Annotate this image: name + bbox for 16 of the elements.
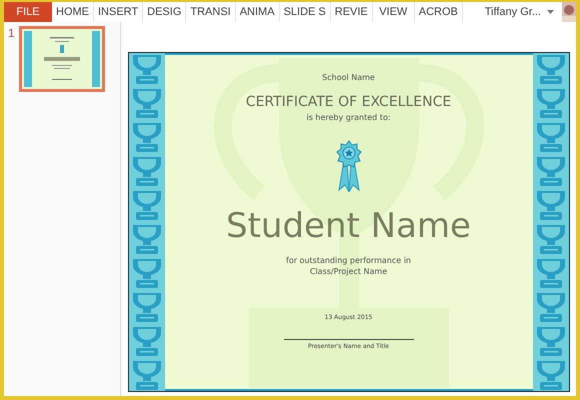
reason-text: for outstanding performance in xyxy=(286,256,411,265)
granted-text: is hereby granted to: xyxy=(306,113,391,122)
ribbon-tab[interactable]: VIEW xyxy=(372,2,415,22)
certificate-title: CERTIFICATE OF EXCELLENCE xyxy=(246,94,452,110)
slide-number: 1 xyxy=(8,26,15,40)
ribbon-tab[interactable]: ANIMA xyxy=(236,2,280,22)
ribbon-tab[interactable]: ACROB xyxy=(414,2,463,22)
ribbon-tab[interactable]: TRANSI xyxy=(186,2,236,22)
student-name: Student Name xyxy=(226,206,471,246)
project-name: Class/Project Name xyxy=(310,267,388,276)
school-name: School Name xyxy=(322,73,375,82)
ribbon-tab[interactable]: REVIE xyxy=(330,2,373,22)
file-tab[interactable]: FILE xyxy=(4,2,52,22)
ribbon-tab[interactable]: DESIG xyxy=(143,2,186,22)
account-menu[interactable]: Tiffany Gr... xyxy=(480,2,562,22)
ribbon-tab[interactable]: SLIDE S xyxy=(280,2,331,22)
